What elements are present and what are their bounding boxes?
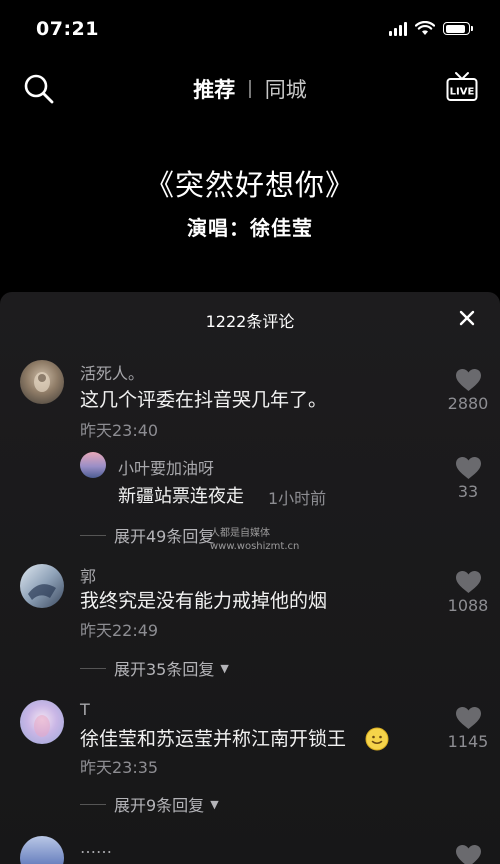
- tab-recommend[interactable]: 推荐: [193, 74, 235, 104]
- watermark: 人都是自媒体 www.woshizmt.cn: [210, 528, 300, 552]
- live-tv-icon[interactable]: LIVE: [446, 70, 478, 104]
- avatar[interactable]: [80, 452, 106, 478]
- comment-text[interactable]: 这几个评委在抖音哭几年了。: [80, 385, 327, 412]
- comment-username[interactable]: 小叶要加油呀: [118, 455, 214, 479]
- comment-item: 郭 我终究是没有能力戒掉他的烟 昨天22:49 1088 展开35条回复 ▼: [0, 560, 500, 679]
- like-button[interactable]: 33: [438, 456, 498, 501]
- tab-local[interactable]: 同城: [265, 74, 307, 104]
- live-label: LIVE: [450, 87, 475, 98]
- cellular-signal-icon: [389, 21, 407, 36]
- heart-icon: [455, 571, 481, 593]
- avatar[interactable]: [20, 836, 64, 864]
- comment-text[interactable]: 我终究是没有能力戒掉他的烟: [80, 586, 327, 613]
- like-button[interactable]: 1088: [438, 570, 498, 615]
- comment-text[interactable]: 徐佳莹和苏运莹并称江南开锁王: [80, 724, 346, 751]
- comment-time: 昨天22:49: [80, 621, 159, 640]
- battery-level: [445, 24, 466, 33]
- like-count: 2880: [447, 394, 489, 413]
- avatar[interactable]: [20, 700, 64, 744]
- like-button[interactable]: [438, 844, 498, 864]
- expand-line: [80, 667, 106, 669]
- comment-item: ……: [0, 834, 500, 864]
- tab-divider: [249, 80, 251, 98]
- expand-replies-button[interactable]: 展开49条回复: [80, 523, 214, 547]
- like-count: 1145: [447, 732, 489, 751]
- song-singer: 演唱：徐佳莹: [187, 216, 313, 240]
- status-time: 07:21: [36, 18, 99, 40]
- heart-icon: [455, 707, 481, 729]
- comment-username[interactable]: T: [80, 700, 90, 719]
- expand-replies-label: 展开49条回复: [114, 527, 215, 546]
- comments-sheet: 1222条评论 活死人。 这几个评委在抖音哭几年了。 昨天23:40 2880 …: [0, 292, 500, 864]
- comment-username[interactable]: ……: [80, 838, 112, 857]
- comment-item: T 徐佳莹和苏运莹并称江南开锁王 昨天23:35 1145 展开9条回复 ▼: [0, 698, 500, 815]
- expand-line: [80, 534, 106, 536]
- battery-icon: [443, 22, 473, 35]
- heart-icon: [455, 845, 481, 864]
- comment-count: 1222条评论: [205, 312, 295, 331]
- status-bar: 07:21: [0, 0, 500, 56]
- expand-line: [80, 803, 106, 805]
- comments-header: 1222条评论: [0, 292, 500, 344]
- wifi-icon: [415, 21, 435, 35]
- comment-item: 活死人。 这几个评委在抖音哭几年了。 昨天23:40 2880: [0, 354, 500, 444]
- close-icon[interactable]: [456, 307, 478, 329]
- emoji-smile-icon: [365, 727, 389, 751]
- heart-icon: [455, 369, 481, 391]
- comment-text[interactable]: 新疆站票连夜走: [118, 482, 244, 508]
- comment-username[interactable]: 郭: [80, 563, 96, 587]
- comment-time: 昨天23:35: [80, 758, 159, 777]
- feed-tabs: 推荐 同城: [0, 74, 500, 104]
- expand-replies-label: 展开35条回复: [114, 660, 215, 679]
- avatar[interactable]: [20, 564, 64, 608]
- comment-time: 昨天23:40: [80, 421, 159, 440]
- expand-replies-button[interactable]: 展开9条回复 ▼: [80, 792, 219, 816]
- song-title: 《突然好想你》: [144, 168, 355, 202]
- expand-replies-label: 展开9条回复: [114, 796, 205, 815]
- status-icons: [389, 21, 473, 36]
- reply-item: 小叶要加油呀 新疆站票连夜走 1小时前 33: [0, 450, 500, 510]
- like-count: 1088: [447, 596, 489, 615]
- like-button[interactable]: 2880: [438, 368, 498, 413]
- comment-username[interactable]: 活死人。: [80, 360, 144, 384]
- comment-time: 1小时前: [268, 489, 327, 508]
- like-button[interactable]: 1145: [438, 706, 498, 751]
- like-count: 33: [457, 482, 479, 501]
- chevron-down-icon: ▼: [210, 797, 219, 811]
- heart-icon: [455, 457, 481, 479]
- expand-replies-button[interactable]: 展开35条回复 ▼: [80, 656, 229, 680]
- chevron-down-icon: ▼: [220, 661, 229, 675]
- top-nav: 推荐 同城 LIVE: [0, 64, 500, 110]
- avatar[interactable]: [20, 360, 64, 404]
